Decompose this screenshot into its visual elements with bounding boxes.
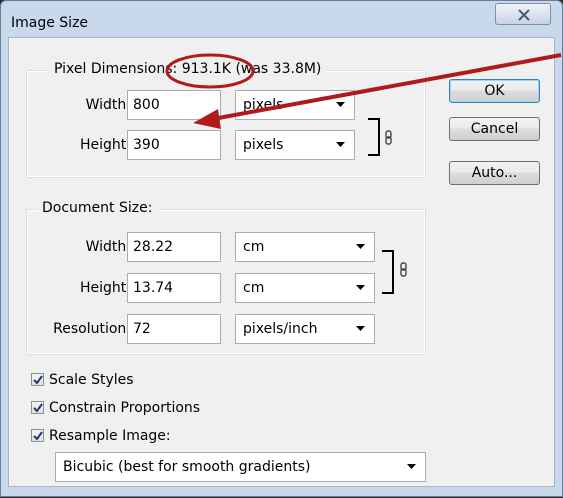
annotation-overlay: [165, 53, 562, 129]
annotation-arrow-line: [212, 53, 562, 121]
highlight-ellipse: [165, 53, 255, 89]
image-size-dialog: Image Size Pixel Dimensions: 913.1K (was…: [0, 0, 563, 497]
annotation-arrow-head: [193, 109, 221, 129]
